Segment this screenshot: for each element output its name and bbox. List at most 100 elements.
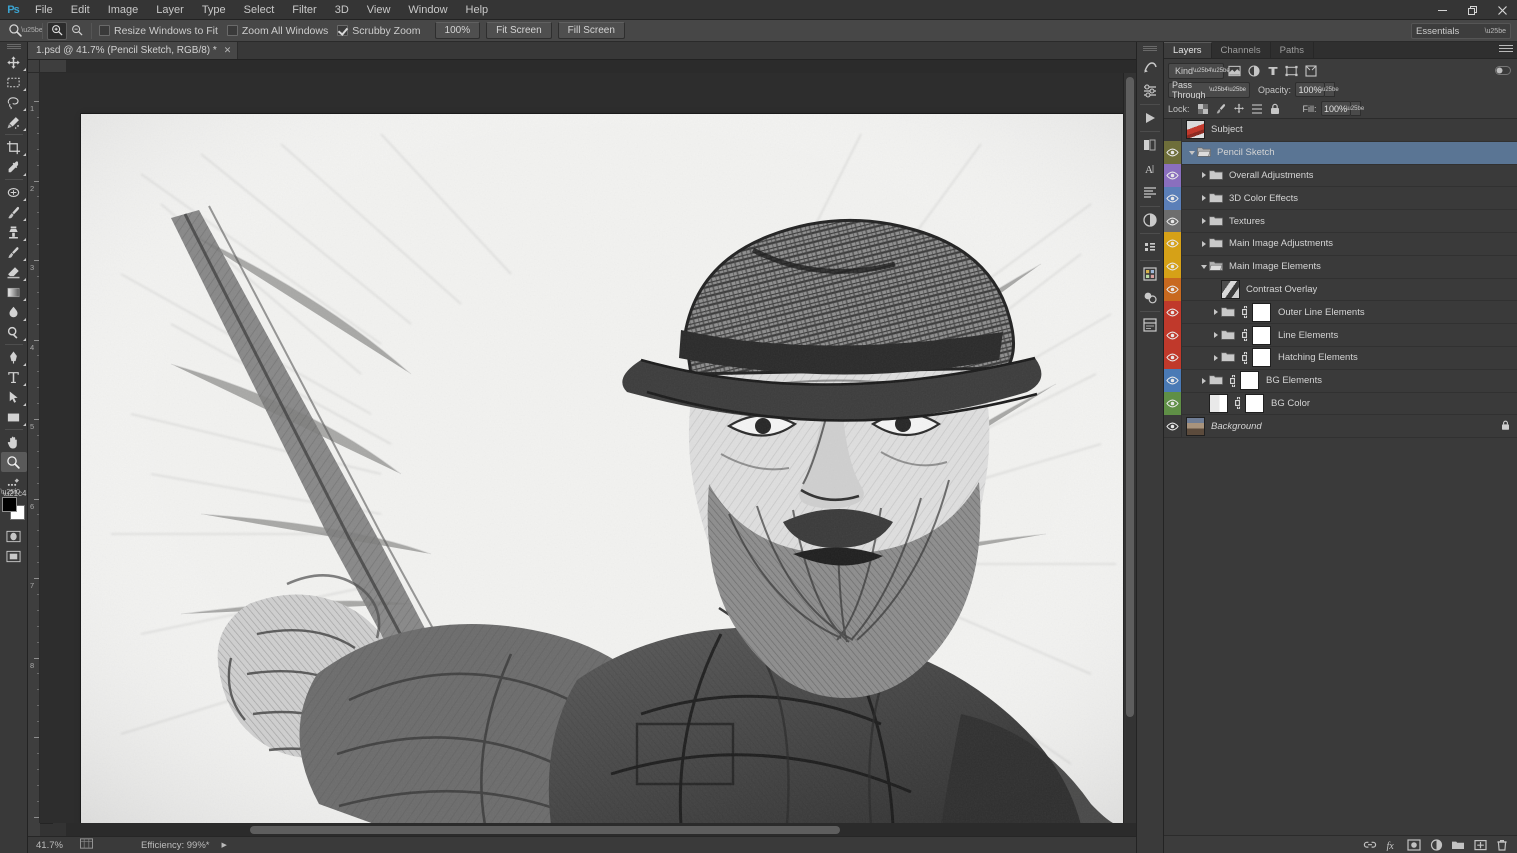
layer-visibility-toggle[interactable] xyxy=(1164,141,1182,164)
layer-visibility-toggle[interactable] xyxy=(1164,415,1182,438)
layer-row-pencil-sketch[interactable]: Pencil Sketch xyxy=(1164,142,1517,165)
properties-panel-icon[interactable] xyxy=(1137,313,1163,337)
tab-layers[interactable]: Layers xyxy=(1164,42,1212,58)
layer-name[interactable]: Overall Adjustments xyxy=(1227,170,1313,181)
layer-visibility-toggle[interactable] xyxy=(1164,346,1182,369)
canvas-vertical-scrollbar[interactable] xyxy=(1123,73,1136,823)
layer-row-main-image-elements[interactable]: Main Image Elements xyxy=(1164,256,1517,279)
layer-mask-thumbnail[interactable] xyxy=(1252,303,1271,322)
canvas-stage[interactable] xyxy=(40,73,1123,823)
layer-fill-thumbnail[interactable] xyxy=(1209,394,1228,413)
layer-name[interactable]: Hatching Elements xyxy=(1276,352,1358,363)
layer-row-bg-color[interactable]: BG Color xyxy=(1164,393,1517,416)
layer-name[interactable]: Contrast Overlay xyxy=(1244,284,1317,295)
artboard[interactable] xyxy=(81,114,1123,823)
layer-smart-object-thumbnail[interactable] xyxy=(1186,120,1205,139)
filter-shape-icon[interactable] xyxy=(1283,63,1300,79)
layer-visibility-toggle[interactable] xyxy=(1164,324,1182,347)
actions-panel-icon[interactable] xyxy=(1137,79,1163,103)
tab-channels[interactable]: Channels xyxy=(1212,42,1271,58)
layer-visibility-toggle[interactable] xyxy=(1164,255,1182,278)
tool-preset-caret-icon[interactable]: \u25be xyxy=(26,22,38,40)
fill-stepper[interactable]: \u25be xyxy=(1351,101,1361,116)
layer-name[interactable]: BG Color xyxy=(1269,398,1310,409)
layer-expand-toggle[interactable] xyxy=(1210,324,1221,347)
layer-visibility-toggle[interactable] xyxy=(1164,119,1182,141)
toolbar-grip[interactable] xyxy=(7,44,21,50)
vertical-scrollbar-thumb[interactable] xyxy=(1126,77,1134,717)
layer-expand-toggle[interactable] xyxy=(1198,187,1209,210)
layer-expand-toggle[interactable] xyxy=(1198,164,1209,187)
layer-background-thumbnail[interactable] xyxy=(1186,417,1205,436)
lock-image-pixels-icon[interactable] xyxy=(1213,101,1229,117)
clone-stamp-tool[interactable] xyxy=(1,222,27,242)
layer-expand-toggle[interactable] xyxy=(1186,141,1197,164)
horizontal-ruler[interactable]: 12345678910111213 xyxy=(40,60,53,73)
layer-expand-toggle[interactable] xyxy=(1198,369,1209,392)
add-layer-mask-icon[interactable] xyxy=(1403,837,1425,853)
fit-screen-button[interactable]: Fit Screen xyxy=(486,22,552,39)
layer-name[interactable]: Main Image Adjustments xyxy=(1227,238,1333,249)
layer-mask-thumbnail[interactable] xyxy=(1252,326,1271,345)
layer-visibility-toggle[interactable] xyxy=(1164,392,1182,415)
filter-type-icon[interactable] xyxy=(1264,63,1281,79)
play-action-icon[interactable] xyxy=(1137,106,1163,130)
layer-visibility-toggle[interactable] xyxy=(1164,278,1182,301)
layer-name[interactable]: Background xyxy=(1209,421,1262,432)
eyedropper-tool[interactable] xyxy=(1,157,27,177)
opacity-stepper[interactable]: \u25be xyxy=(1325,82,1335,97)
layer-mask-link-icon[interactable] xyxy=(1239,328,1250,342)
new-group-icon[interactable] xyxy=(1447,837,1469,853)
layer-style-fx-icon[interactable]: fx xyxy=(1381,837,1403,853)
filter-smart-object-icon[interactable] xyxy=(1302,63,1319,79)
menu-filter[interactable]: Filter xyxy=(283,0,325,20)
workspace-switcher[interactable]: Essentials \u25be xyxy=(1411,23,1511,39)
history-brush-tool[interactable] xyxy=(1,242,27,262)
menu-window[interactable]: Window xyxy=(399,0,456,20)
layer-name[interactable]: Line Elements xyxy=(1276,330,1338,341)
lasso-tool[interactable] xyxy=(1,92,27,112)
layer-mask-thumbnail[interactable] xyxy=(1245,394,1264,413)
foreground-color-swatch[interactable] xyxy=(2,497,17,512)
pen-tool[interactable] xyxy=(1,347,27,367)
layer-list[interactable]: Subject Pencil Sketch Overall Adjustments 3… xyxy=(1164,119,1517,835)
lock-position-icon[interactable] xyxy=(1231,101,1247,117)
layer-expand-toggle[interactable] xyxy=(1210,301,1221,324)
zoom-out-button[interactable] xyxy=(67,22,87,40)
lock-all-icon[interactable] xyxy=(1267,101,1283,117)
quick-selection-tool[interactable] xyxy=(1,112,27,132)
layer-mask-thumbnail[interactable] xyxy=(1240,371,1259,390)
color-panel-icon[interactable] xyxy=(1137,133,1163,157)
path-selection-tool[interactable] xyxy=(1,387,27,407)
horizontal-type-tool[interactable] xyxy=(1,367,27,387)
new-layer-icon[interactable] xyxy=(1469,837,1491,853)
paragraph-panel-icon[interactable] xyxy=(1137,181,1163,205)
scrubby-zoom-checkbox[interactable]: Scrubby Zoom xyxy=(337,25,420,37)
rectangular-marquee-tool[interactable] xyxy=(1,72,27,92)
layer-visibility-toggle[interactable] xyxy=(1164,164,1182,187)
menu-view[interactable]: View xyxy=(358,0,400,20)
zoom-tool[interactable] xyxy=(1,452,27,472)
lock-transparent-pixels-icon[interactable] xyxy=(1195,101,1211,117)
swatches-panel-icon[interactable] xyxy=(1137,286,1163,310)
move-tool[interactable] xyxy=(1,52,27,72)
layer-name[interactable]: Outer Line Elements xyxy=(1276,307,1365,318)
layer-expand-toggle[interactable] xyxy=(1198,255,1209,278)
screen-mode-button[interactable] xyxy=(1,546,27,566)
layer-visibility-toggle[interactable] xyxy=(1164,232,1182,255)
tab-paths[interactable]: Paths xyxy=(1271,42,1314,58)
status-zoom-value[interactable]: 41.7% xyxy=(36,840,78,851)
fill-screen-button[interactable]: Fill Screen xyxy=(558,22,625,39)
layer-expand-toggle[interactable] xyxy=(1198,210,1209,233)
close-icon[interactable] xyxy=(1487,0,1517,20)
layer-mask-link-icon[interactable] xyxy=(1239,305,1250,319)
layer-name[interactable]: 3D Color Effects xyxy=(1227,193,1298,204)
layer-row-textures[interactable]: Textures xyxy=(1164,210,1517,233)
gradient-tool[interactable] xyxy=(1,282,27,302)
spot-healing-brush-tool[interactable] xyxy=(1,182,27,202)
layer-name[interactable]: Subject xyxy=(1209,124,1243,135)
layer-visibility-toggle[interactable] xyxy=(1164,187,1182,210)
layer-visibility-toggle[interactable] xyxy=(1164,210,1182,233)
layer-name[interactable]: BG Elements xyxy=(1264,375,1322,386)
panel-menu-icon[interactable] xyxy=(1499,45,1513,56)
